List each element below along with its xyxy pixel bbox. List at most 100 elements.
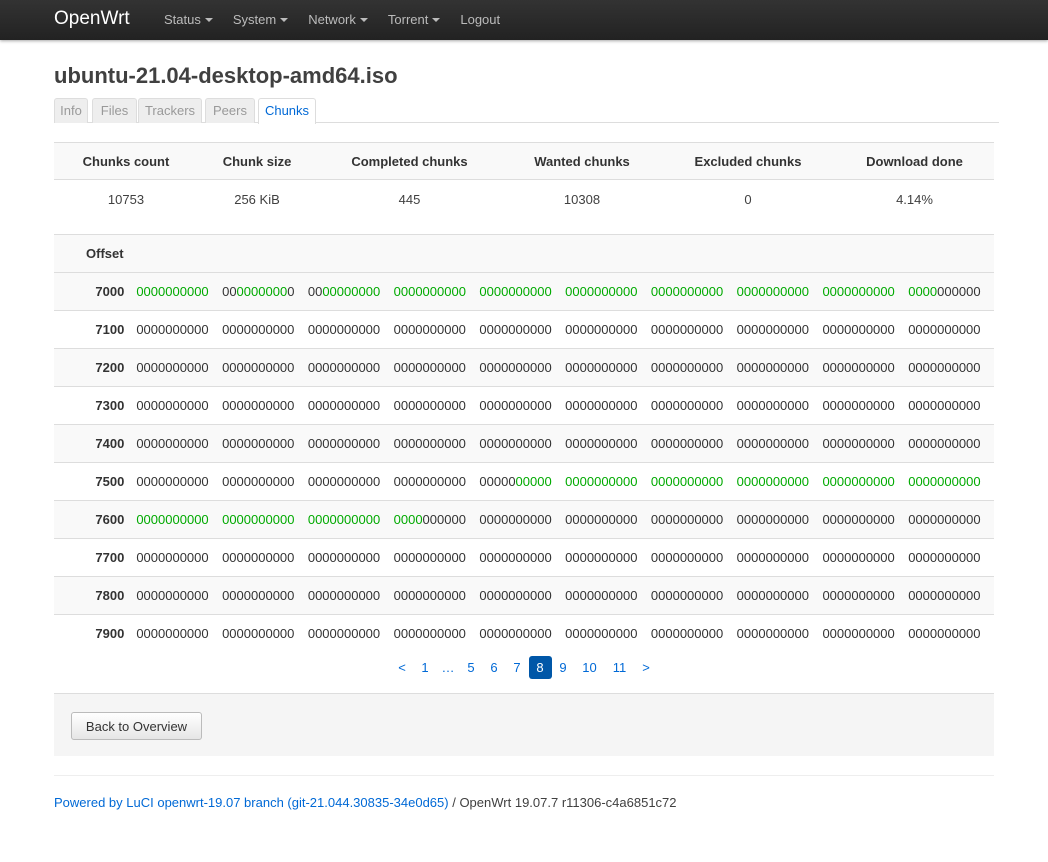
chunk-group: 0000000000 <box>736 576 823 615</box>
tab-files[interactable]: Files <box>92 98 137 123</box>
chunk-group: 0000000000 <box>307 386 394 425</box>
footer-version: / OpenWrt 19.07.7 r11306-c4a6851c72 <box>448 795 677 810</box>
chunk-group: 0000000000 <box>136 462 223 501</box>
nav-item-logout[interactable]: Logout <box>450 0 510 40</box>
chunk-group: 0000000000 <box>822 500 909 539</box>
chunk-group: 0000000000 <box>736 614 823 653</box>
nav-item-torrent[interactable]: Torrent <box>378 0 450 40</box>
chunk-group: 0000000000 <box>136 500 223 539</box>
chunk-group: 0000000000 <box>136 614 223 653</box>
nav-item-status[interactable]: Status <box>154 0 223 40</box>
value-chunks-count: 10753 <box>107 192 145 208</box>
chunk-group: 0000000000 <box>393 614 480 653</box>
tab-peers[interactable]: Peers <box>205 98 255 123</box>
page-next[interactable]: > <box>635 656 658 679</box>
page-prev[interactable]: < <box>391 656 414 679</box>
page-link[interactable]: 10 <box>575 656 605 679</box>
caret-down-icon <box>280 18 289 22</box>
chunk-group: 0000000000 <box>307 272 394 311</box>
page-link[interactable]: 7 <box>506 656 529 679</box>
chunk-group: 0000000000 <box>307 462 394 501</box>
chunk-row: 7400 0000000000 0000000000 0000000000 000000… <box>54 424 994 463</box>
chunk-group: 0000000000 <box>736 272 823 311</box>
chunk-offset: 7100 <box>54 310 137 349</box>
nav-item-system[interactable]: System <box>223 0 298 40</box>
chunks-header-row: Offset <box>54 234 994 273</box>
chunk-group: 0000000000 <box>650 348 737 387</box>
chunk-group: 0000000000 <box>736 348 823 387</box>
page-link[interactable]: 1 <box>414 656 437 679</box>
page-current[interactable]: 8 <box>528 655 552 679</box>
header-chunk-size: Chunk size <box>198 142 316 180</box>
page-link[interactable]: 9 <box>552 656 575 679</box>
chunk-row: 7800 0000000000 0000000000 0000000000 000000… <box>54 576 994 615</box>
nav-item-network[interactable]: Network <box>298 0 378 40</box>
chunk-group: 0000000000 <box>393 538 480 577</box>
chunk-group: 0000000000 <box>479 424 566 463</box>
page-link[interactable]: 5 <box>460 656 483 679</box>
chunk-group: 0000000000 <box>307 500 394 539</box>
header-download-done: Download done <box>835 142 994 180</box>
chunk-group: 0000000000 <box>650 424 737 463</box>
chunk-group: 0000000000 <box>565 386 651 425</box>
caret-down-icon <box>204 18 213 22</box>
chunk-row: 7300 0000000000 0000000000 0000000000 000000… <box>54 386 994 425</box>
chunk-group: 0000000000 <box>565 272 651 311</box>
chunk-group: 0000000000 <box>908 272 994 311</box>
luci-link[interactable]: Powered by LuCI openwrt-19.07 branch (gi… <box>54 795 449 810</box>
chunk-group: 0000000000 <box>479 348 566 387</box>
chunk-group: 0000000000 <box>908 500 994 539</box>
chunk-group: 0000000000 <box>393 310 480 349</box>
chunk-group: 0000000000 <box>650 272 737 311</box>
chunk-group: 0000000000 <box>650 614 737 653</box>
pagination: < 1 … 5 6 7 8 9 10 11 > <box>54 655 994 679</box>
chunk-offset: 7600 <box>54 500 137 539</box>
page-link[interactable]: 11 <box>605 656 635 679</box>
value-chunk-size: 256 KiB <box>234 192 280 208</box>
chunk-row: 7600 0000000000 0000000000 0000000000 000000… <box>54 500 994 539</box>
tab-bar: Info Files Trackers Peers Chunks <box>54 98 999 124</box>
chunk-group: 0000000000 <box>736 386 823 425</box>
back-to-overview-button[interactable]: Back to Overview <box>71 712 202 740</box>
chunk-group: 0000000000 <box>222 538 308 577</box>
chunk-group: 0000000000 <box>393 386 480 425</box>
chunk-group: 0000000000 <box>393 272 480 311</box>
chunk-group: 0000000000 <box>222 576 308 615</box>
header-wanted-chunks: Wanted chunks <box>503 142 661 180</box>
nav-item-label: Status <box>164 12 201 27</box>
header-completed-chunks: Completed chunks <box>316 142 503 180</box>
tab-trackers[interactable]: Trackers <box>138 98 202 123</box>
chunk-group: 0000000000 <box>908 310 994 349</box>
nav-item-label: Torrent <box>387 12 429 27</box>
chunk-group: 0000000000 <box>565 538 651 577</box>
brand-logo[interactable]: OpenWrt <box>54 0 130 40</box>
nav-item-label: Logout <box>460 12 501 27</box>
chunk-group: 0000000000 <box>136 424 223 463</box>
chunk-group: 0000000000 <box>222 424 308 463</box>
actions-bar: Back to Overview <box>54 693 994 756</box>
caret-down-icon <box>432 18 441 22</box>
caret-down-icon <box>359 18 368 22</box>
chunk-offset: 7200 <box>54 348 137 387</box>
chunk-row: 7200 0000000000 0000000000 0000000000 000000… <box>54 348 994 387</box>
chunk-offset: 7700 <box>54 538 137 577</box>
footer-divider <box>54 775 994 776</box>
chunk-offset: 7900 <box>54 614 137 653</box>
tab-chunks[interactable]: Chunks <box>258 98 316 124</box>
chunk-offset: 7500 <box>54 462 137 501</box>
chunk-group: 0000000000 <box>136 538 223 577</box>
chunk-group: 0000000000 <box>565 310 651 349</box>
chunk-group: 0000000000 <box>908 538 994 577</box>
page-link[interactable]: 6 <box>483 656 506 679</box>
chunk-group: 0000000000 <box>479 538 566 577</box>
chunk-group: 0000000000 <box>479 576 566 615</box>
page-ellipsis: … <box>441 659 455 675</box>
footer: Powered by LuCI openwrt-19.07 branch (gi… <box>54 795 677 810</box>
chunk-group: 0000000000 <box>822 614 909 653</box>
value-download-done: 4.14% <box>896 192 933 208</box>
chunk-group: 0000000000 <box>908 576 994 615</box>
chunk-group: 0000000000 <box>393 348 480 387</box>
chunk-group: 0000000000 <box>393 500 480 539</box>
chunk-group: 0000000000 <box>822 424 909 463</box>
tab-info[interactable]: Info <box>54 98 88 123</box>
